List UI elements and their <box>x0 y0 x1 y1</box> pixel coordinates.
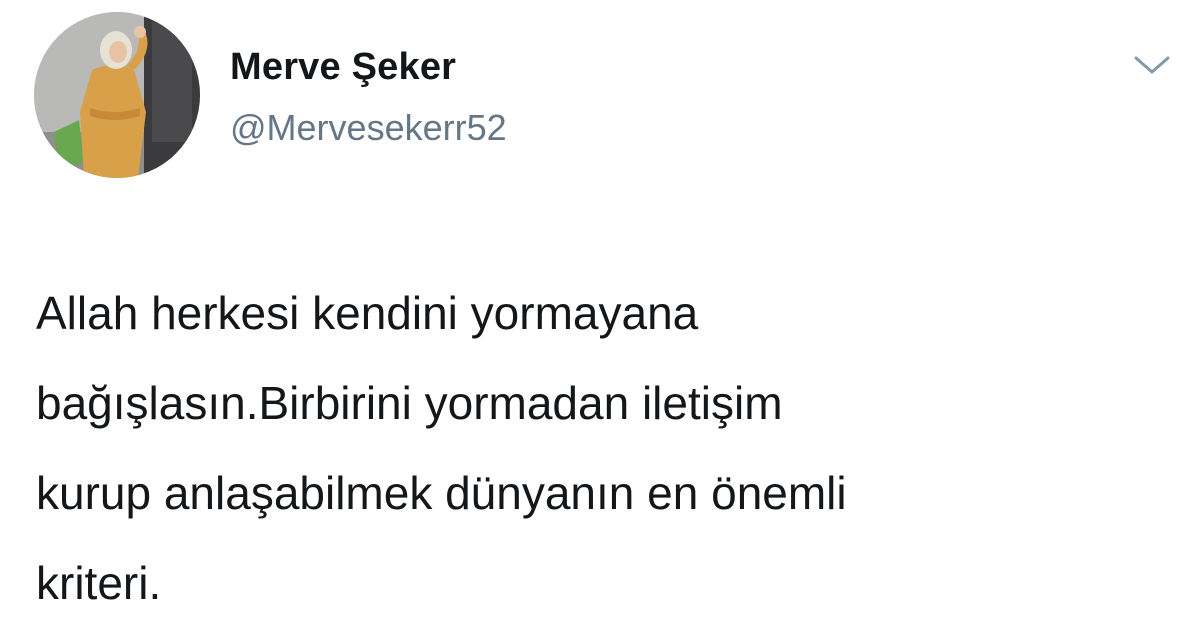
author-name[interactable]: Merve Şeker <box>230 45 456 89</box>
tweet-card: Merve Şeker @Mervesekerr52 Allah herkesi… <box>0 0 1200 643</box>
author-handle[interactable]: @Mervesekerr52 <box>230 107 507 149</box>
tweet-menu-button[interactable] <box>1130 50 1174 80</box>
chevron-down-icon <box>1134 56 1170 74</box>
avatar[interactable] <box>34 12 200 178</box>
tweet-text: Allah herkesi kendini yormayana bağışlas… <box>36 287 847 609</box>
profile-photo-icon <box>34 12 200 178</box>
